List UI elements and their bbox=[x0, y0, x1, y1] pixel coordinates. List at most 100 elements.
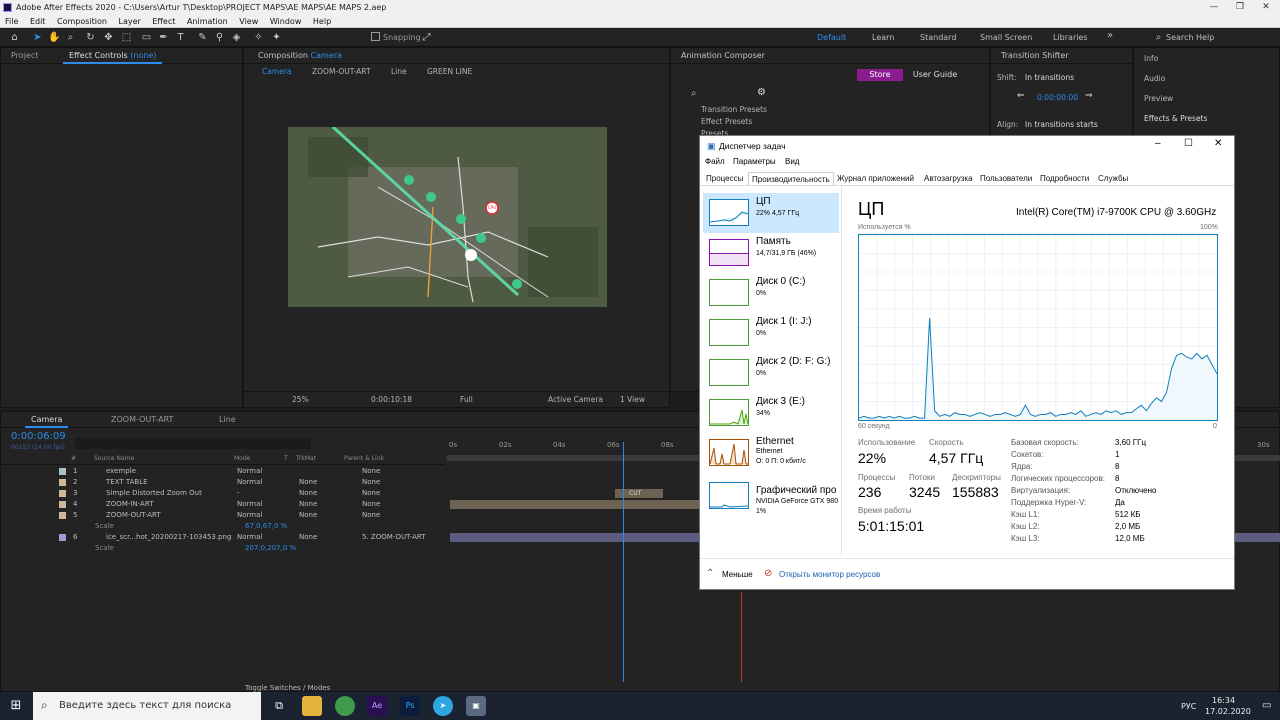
menu-effect[interactable]: Effect bbox=[152, 17, 175, 26]
layer-trkmat[interactable]: None bbox=[299, 499, 317, 510]
sidebar-item-disk3[interactable]: Диск 3 (E:) 34% bbox=[703, 393, 839, 433]
breadcrumb-line[interactable]: Line bbox=[391, 65, 407, 79]
shift-right-arrow-icon[interactable]: ⇒ bbox=[1085, 91, 1093, 101]
eraser-tool-icon[interactable]: ◈ bbox=[230, 31, 243, 44]
layer-mode[interactable]: - bbox=[237, 488, 240, 499]
timeline-tab-camera[interactable]: Camera bbox=[25, 412, 69, 428]
menu-composition[interactable]: Composition bbox=[57, 17, 107, 26]
tab-processes[interactable]: Процессы bbox=[703, 172, 746, 185]
menu-help[interactable]: Help bbox=[313, 17, 331, 26]
open-resource-monitor-link[interactable]: Открыть монитор ресурсов bbox=[779, 570, 880, 579]
puppet-tool-icon[interactable]: ✦ bbox=[270, 31, 283, 44]
tm-minimize-button[interactable]: – bbox=[1155, 138, 1161, 149]
layer-mode[interactable]: Normal bbox=[237, 466, 262, 477]
notifications-icon[interactable]: ▭ bbox=[1262, 700, 1271, 711]
clock-date[interactable]: 17.02.2020 bbox=[1205, 707, 1251, 716]
rotate-tool-icon[interactable]: ↻ bbox=[84, 31, 97, 44]
home-icon[interactable]: ⌂ bbox=[8, 31, 21, 44]
layer-name[interactable]: ZOOM-IN-ART bbox=[106, 499, 153, 510]
after-effects-taskbar-icon[interactable]: Ae bbox=[367, 696, 387, 716]
taskbar-search-box[interactable]: ⌕ Введите здесь текст для поиска bbox=[33, 692, 261, 720]
tab-services[interactable]: Службы bbox=[1095, 172, 1131, 185]
tm-menu-view[interactable]: Вид bbox=[785, 157, 799, 166]
layer-mode[interactable]: Normal bbox=[237, 477, 262, 488]
workspace-learn[interactable]: Learn bbox=[872, 33, 894, 42]
resolution-dropdown[interactable]: Full bbox=[460, 392, 473, 408]
workspace-small-screen[interactable]: Small Screen bbox=[980, 33, 1032, 42]
layer-search-field[interactable] bbox=[75, 438, 311, 449]
menu-layer[interactable]: Layer bbox=[119, 17, 141, 26]
sidebar-item-cpu[interactable]: ЦП 22% 4,57 ГГц bbox=[703, 193, 839, 233]
layer-trkmat[interactable]: None bbox=[299, 510, 317, 521]
toggle-switches-modes[interactable]: Toggle Switches / Modes bbox=[245, 684, 330, 692]
snapping-checkbox[interactable] bbox=[371, 32, 380, 41]
layer-row[interactable]: 2 TEXT TABLE Normal None None bbox=[1, 477, 445, 488]
zoom-tool-icon[interactable]: ⌕ bbox=[64, 31, 77, 44]
workspace-standard[interactable]: Standard bbox=[920, 33, 956, 42]
layer-parent[interactable]: None bbox=[362, 499, 380, 510]
layer-color-label[interactable] bbox=[59, 512, 66, 519]
menu-view[interactable]: View bbox=[239, 17, 258, 26]
sidebar-item-gpu[interactable]: Графический про NVIDIA GeForce GTX 980 1… bbox=[703, 473, 839, 519]
language-indicator[interactable]: РУС bbox=[1181, 702, 1196, 711]
audio-panel-tab[interactable]: Audio bbox=[1144, 74, 1165, 83]
effect-presets-item[interactable]: Effect Presets bbox=[701, 117, 752, 126]
tab-startup[interactable]: Автозагрузка bbox=[921, 172, 976, 185]
brush-tool-icon[interactable]: ✎ bbox=[196, 31, 209, 44]
type-tool-icon[interactable]: T bbox=[174, 31, 187, 44]
menu-animation[interactable]: Animation bbox=[187, 17, 228, 26]
layer-mode[interactable]: Normal bbox=[237, 532, 262, 543]
breadcrumb-green-line[interactable]: GREEN LINE bbox=[427, 65, 472, 79]
layer-parent[interactable]: None bbox=[362, 466, 380, 477]
breadcrumb-zoom-out-art[interactable]: ZOOM-OUT-ART bbox=[312, 65, 371, 79]
timeline-tab-line[interactable]: Line bbox=[213, 412, 242, 428]
animation-composer-title[interactable]: Animation Composer bbox=[675, 48, 771, 64]
breadcrumb-camera[interactable]: Camera bbox=[262, 65, 291, 79]
tab-project[interactable]: Project bbox=[5, 48, 44, 64]
layer-duration-bar[interactable] bbox=[450, 500, 700, 509]
tab-users[interactable]: Пользователи bbox=[977, 172, 1035, 185]
layer-row[interactable]: 1 exemple Normal None bbox=[1, 466, 445, 477]
magnification-dropdown[interactable]: 25% bbox=[292, 392, 309, 408]
layer-property-row[interactable]: Scale 67,0,67,0 % bbox=[1, 521, 445, 532]
layer-color-label[interactable] bbox=[59, 501, 66, 508]
effects-presets-tab[interactable]: Effects & Presets bbox=[1144, 114, 1207, 123]
rectangle-tool-icon[interactable]: ▭ bbox=[140, 31, 153, 44]
current-time-timecode[interactable]: 0:00:06:09 bbox=[11, 431, 66, 442]
sidebar-item-ethernet[interactable]: Ethernet Ethernet О: 0 П: 0 кбит/с bbox=[703, 433, 839, 473]
layer-name[interactable]: Simple Distorted Zoom Out bbox=[106, 488, 202, 499]
close-button[interactable]: ✕ bbox=[1253, 0, 1279, 15]
layer-row[interactable]: 6 ice_scr...hot_20200217-103453.png Normal… bbox=[1, 532, 445, 543]
layer-row[interactable]: 5 ZOOM-OUT-ART Normal None None bbox=[1, 510, 445, 521]
minimize-button[interactable]: — bbox=[1201, 0, 1227, 15]
camera-tool-icon[interactable]: ✥ bbox=[102, 31, 115, 44]
tm-maximize-button[interactable]: ☐ bbox=[1184, 138, 1193, 149]
pan-behind-icon[interactable]: ⬚ bbox=[120, 31, 133, 44]
file-explorer-icon[interactable] bbox=[302, 696, 322, 716]
layer-row[interactable]: 4 ZOOM-IN-ART Normal None None bbox=[1, 499, 445, 510]
photoshop-taskbar-icon[interactable]: Ps bbox=[400, 696, 420, 716]
preview-panel-tab[interactable]: Preview bbox=[1144, 94, 1173, 103]
telegram-icon[interactable]: ➤ bbox=[433, 696, 453, 716]
layer-trkmat[interactable]: None bbox=[299, 477, 317, 488]
sidebar-item-disk0[interactable]: Диск 0 (C:) 0% bbox=[703, 273, 839, 313]
menu-edit[interactable]: Edit bbox=[30, 17, 46, 26]
sidebar-item-disk1[interactable]: Диск 1 (I: J:) 0% bbox=[703, 313, 839, 353]
tab-details[interactable]: Подробности bbox=[1037, 172, 1092, 185]
sidebar-item-disk2[interactable]: Диск 2 (D: F: G:) 0% bbox=[703, 353, 839, 393]
fewer-details-icon[interactable]: ⌃ bbox=[706, 568, 714, 579]
clock-time[interactable]: 16:34 bbox=[1212, 696, 1235, 705]
transition-shifter-title[interactable]: Transition Shifter bbox=[995, 48, 1075, 64]
snap-options-icon[interactable]: ⤢ bbox=[420, 31, 433, 44]
align-dropdown[interactable]: In transitions starts bbox=[1025, 120, 1098, 129]
scale-property-value[interactable]: 67,0,67,0 % bbox=[245, 521, 287, 532]
tm-menu-file[interactable]: Файл bbox=[705, 157, 725, 166]
layer-parent[interactable]: None bbox=[362, 488, 380, 499]
shift-left-arrow-icon[interactable]: ⇐ bbox=[1017, 91, 1025, 101]
pen-tool-icon[interactable]: ✒ bbox=[157, 31, 170, 44]
composition-tab[interactable]: Composition Camera bbox=[252, 48, 348, 64]
shift-time-value[interactable]: 0:00:00:00 bbox=[1037, 93, 1078, 102]
layer-trkmat[interactable]: None bbox=[299, 488, 317, 499]
restore-button[interactable]: ❐ bbox=[1227, 0, 1253, 15]
shift-dropdown[interactable]: In transitions bbox=[1025, 73, 1074, 82]
